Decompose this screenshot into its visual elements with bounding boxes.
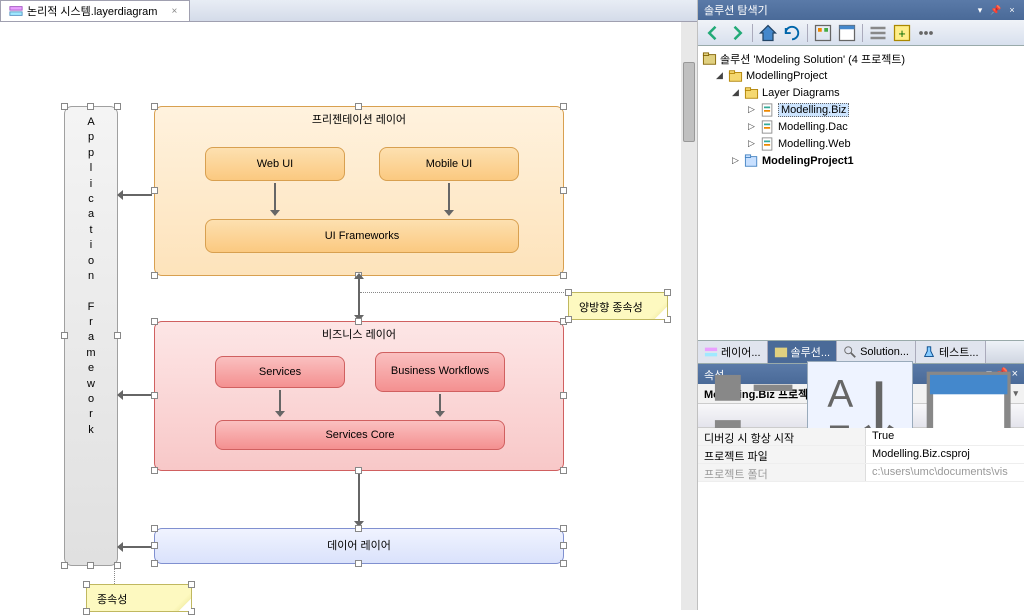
property-row[interactable]: 프로젝트 폴더c:\users\umc\documents\vis [698, 464, 1024, 482]
dropdown-icon[interactable]: ▾ [974, 4, 986, 16]
tab-solution[interactable]: Solution... [837, 341, 916, 363]
close-tab-icon[interactable]: × [167, 4, 181, 18]
forward-button[interactable] [726, 22, 748, 44]
arrow-icon [122, 394, 152, 396]
box-mobile-ui[interactable]: Mobile UI [379, 147, 519, 181]
home-button[interactable] [757, 22, 779, 44]
arrow-icon [122, 546, 152, 548]
solution-icon [702, 52, 717, 66]
layerdiagram-file-icon [760, 137, 775, 151]
box-services-core[interactable]: Services Core [215, 420, 505, 450]
box-business-workflows[interactable]: Business Workflows [375, 352, 505, 392]
tree-item-modelling-web[interactable]: ▷ Modelling.Web [700, 135, 1022, 152]
pin-icon[interactable]: 📌 [990, 4, 1002, 16]
show-all-button[interactable] [812, 22, 834, 44]
layer-presentation[interactable]: 프리젠테이션 레이어 Web UI Mobile UI UI Framework… [154, 106, 564, 276]
tab-test[interactable]: 테스트... [916, 341, 986, 363]
layer-app-framework-label: Application Framework [65, 107, 117, 438]
expand-icon[interactable]: ▷ [746, 138, 757, 149]
svg-text:+: + [898, 27, 905, 41]
collapse-icon[interactable]: ◢ [730, 87, 741, 98]
arrow-icon [279, 390, 281, 412]
layerdiagram-icon [9, 4, 23, 18]
canvas-scrollbar[interactable] [681, 22, 697, 610]
layer-business-title: 비즈니스 레이어 [155, 322, 563, 344]
tree-item-modelling-dac[interactable]: ▷ Modelling.Dac [700, 118, 1022, 135]
tree-solution-root[interactable]: 솔루션 'Modeling Solution' (4 프로젝트) [700, 50, 1022, 67]
layer-data-title: 데이어 레이어 [155, 529, 563, 555]
collapse-icon[interactable]: ◢ [714, 70, 725, 81]
refresh-button[interactable] [781, 22, 803, 44]
connector-line [360, 292, 572, 293]
tree-project-modelling[interactable]: ◢ ModellingProject [700, 67, 1022, 84]
document-tab-title: 논리적 시스템.layerdiagram [27, 3, 157, 19]
properties-button[interactable] [836, 22, 858, 44]
expand-icon[interactable]: ▷ [730, 155, 741, 166]
properties-toolbar: AZ [698, 404, 1024, 428]
layerdiagram-file-icon [760, 103, 775, 117]
tab-layer-explorer[interactable]: 레이어... [698, 341, 768, 363]
box-ui-frameworks[interactable]: UI Frameworks [205, 219, 519, 253]
layer-app-framework[interactable]: Application Framework [64, 106, 118, 566]
close-icon[interactable]: × [1006, 4, 1018, 16]
expand-icon[interactable]: ▷ [746, 104, 757, 115]
collapse-button[interactable] [867, 22, 889, 44]
document-tab-active[interactable]: 논리적 시스템.layerdiagram × [0, 0, 190, 21]
diagram-canvas[interactable]: Application Framework 프리젠테이션 레이어 Web UI … [4, 26, 684, 606]
folder-icon [744, 86, 759, 100]
box-web-ui[interactable]: Web UI [205, 147, 345, 181]
layer-data[interactable]: 데이어 레이어 [154, 528, 564, 564]
solution-explorer-title: 솔루션 탐색기 [704, 2, 768, 18]
project-icon [744, 154, 759, 168]
arrow-icon [274, 183, 276, 211]
more-button[interactable] [915, 22, 937, 44]
solution-explorer-header: 솔루션 탐색기 ▾ 📌 × [698, 0, 1024, 20]
arrow-bidirectional-icon [358, 278, 360, 316]
tree-folder-layerdiagrams[interactable]: ◢ Layer Diagrams [700, 84, 1022, 101]
layer-presentation-title: 프리젠테이션 레이어 [155, 107, 563, 129]
note-bidirectional[interactable]: 양방향 종속성 [568, 292, 668, 320]
document-tab-strip: 논리적 시스템.layerdiagram × [0, 0, 697, 22]
tab-solution-explorer[interactable]: 솔루션... [768, 341, 838, 363]
arrow-icon [122, 194, 152, 196]
arrow-icon [448, 183, 450, 211]
property-row[interactable]: 디버깅 시 항상 시작True [698, 428, 1024, 446]
arrow-icon [358, 474, 360, 522]
svg-text:A: A [828, 374, 854, 417]
expand-icon[interactable]: ▷ [746, 121, 757, 132]
layer-business[interactable]: 비즈니스 레이어 Services Business Workflows Ser… [154, 321, 564, 471]
connector-line [114, 562, 115, 584]
solution-explorer-toolbar: + [698, 20, 1024, 46]
arrow-icon [439, 394, 441, 412]
solution-tree[interactable]: 솔루션 'Modeling Solution' (4 프로젝트) ◢ Model… [698, 46, 1024, 340]
note-dependency[interactable]: 종속성 [86, 584, 192, 612]
box-services[interactable]: Services [215, 356, 345, 388]
layerdiagram-file-icon [760, 120, 775, 134]
tree-item-modelling-biz[interactable]: ▷ Modelling.Biz [700, 101, 1022, 118]
back-button[interactable] [702, 22, 724, 44]
view-button[interactable]: + [891, 22, 913, 44]
property-row[interactable]: 프로젝트 파일Modelling.Biz.csproj [698, 446, 1024, 464]
tree-project-modeling1[interactable]: ▷ ModelingProject1 [700, 152, 1022, 169]
folder-icon [728, 69, 743, 83]
properties-grid[interactable]: 디버깅 시 항상 시작True 프로젝트 파일Modelling.Biz.csp… [698, 428, 1024, 610]
